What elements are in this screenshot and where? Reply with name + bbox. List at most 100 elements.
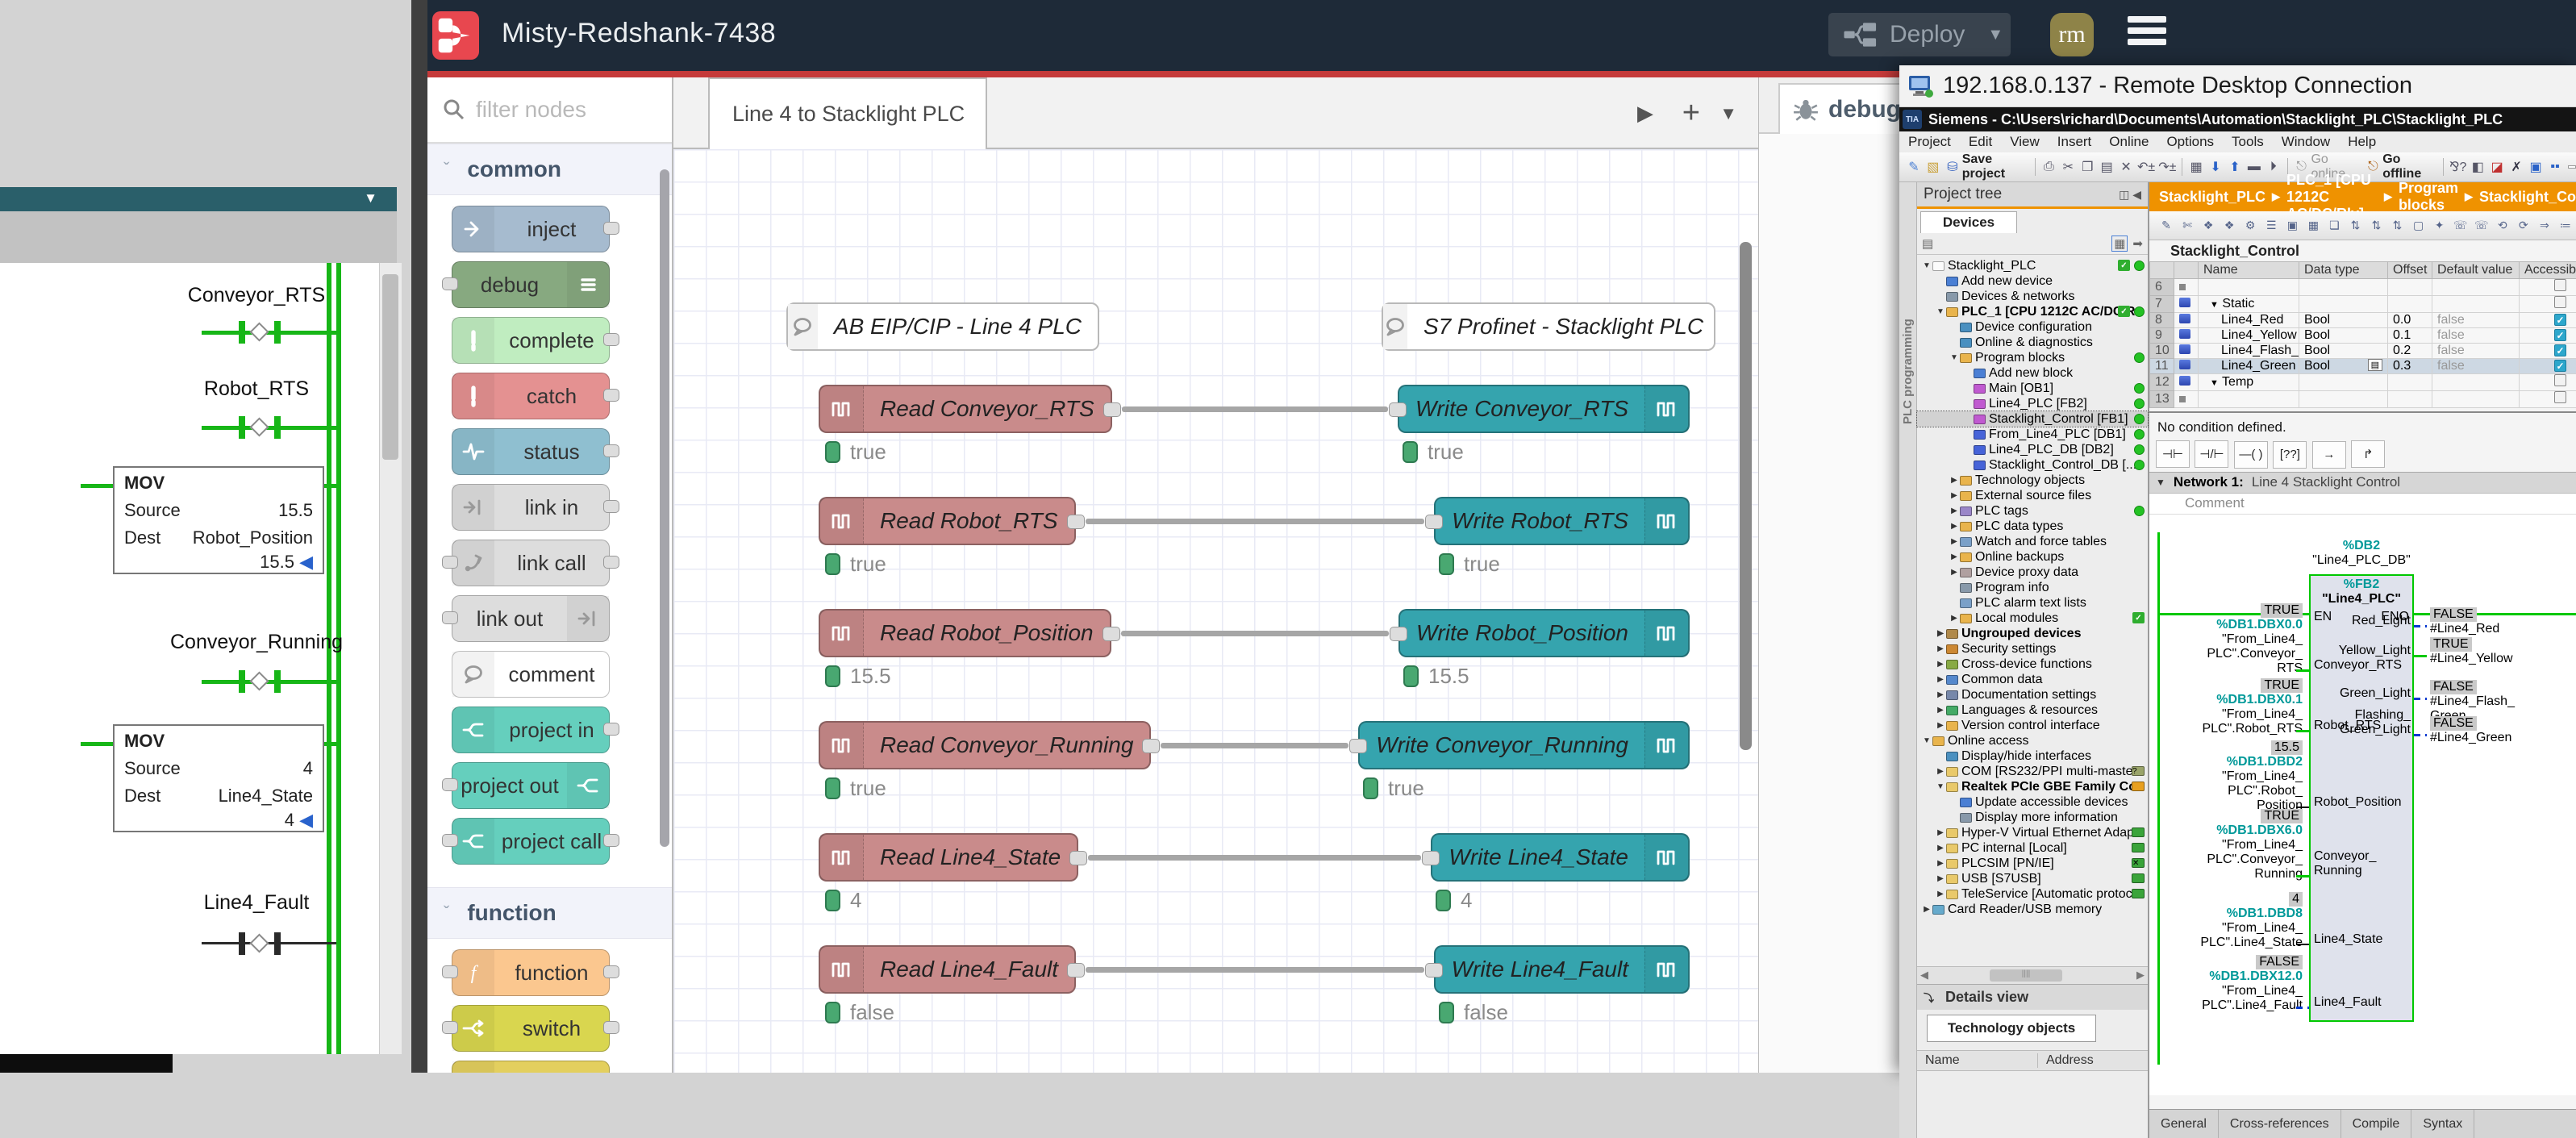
output-port[interactable] xyxy=(1067,515,1085,529)
lad-open-branch-button[interactable]: → xyxy=(2312,441,2346,469)
network-collapse-icon[interactable]: ▼ xyxy=(2156,477,2165,488)
block-toolbar-icon-17[interactable]: ⟳ xyxy=(2515,216,2532,236)
expander-icon[interactable]: ▶ xyxy=(1949,491,1959,500)
palette-node-comment[interactable]: comment xyxy=(452,651,610,698)
menu-insert[interactable]: Insert xyxy=(2057,134,2092,150)
block-toolbar-icon-18[interactable]: ⇒ xyxy=(2536,216,2553,236)
var-type[interactable] xyxy=(2299,374,2388,391)
block-toolbar-icon-0[interactable]: ✎ xyxy=(2157,216,2175,236)
output-port[interactable] xyxy=(603,222,619,235)
deploy-caret-icon[interactable]: ▼ xyxy=(1987,26,2003,44)
accessible-checkbox[interactable]: ✓ xyxy=(2554,329,2566,341)
go-offline-label[interactable]: Go offline xyxy=(2382,152,2432,181)
tree-item-usb-s7usb[interactable]: ▶USB [S7USB] xyxy=(1917,871,2148,886)
var-row-10[interactable]: 10Line4_Flash_GreenBool0.2false✓ xyxy=(2150,344,2576,359)
output-port[interactable] xyxy=(603,500,619,513)
inspector-tab-compile[interactable]: Compile xyxy=(2341,1110,2412,1138)
details-view-header[interactable]: ⤵ Details view xyxy=(1917,984,2148,1010)
inspector-tab-syntax[interactable]: Syntax xyxy=(2411,1110,2474,1138)
output-port[interactable] xyxy=(1069,851,1087,865)
var-type[interactable] xyxy=(2299,279,2388,296)
upload-icon[interactable]: ⬆ xyxy=(2227,157,2243,177)
read-node[interactable]: Read Line4_Fault xyxy=(819,945,1076,994)
new-project-icon[interactable]: ✎ xyxy=(1906,157,1922,177)
accessible-checkbox[interactable] xyxy=(2554,391,2566,403)
tree-item-online-diagnostics[interactable]: Online & diagnostics xyxy=(1917,335,2148,350)
expander-icon[interactable]: ▼ xyxy=(1922,261,1932,270)
paste-icon[interactable]: ▤ xyxy=(2099,157,2115,177)
input-operand[interactable]: TRUE%DB1.DBX6.0"From_Line4_PLC".Conveyor… xyxy=(2149,809,2303,882)
redo-icon[interactable]: ↷± xyxy=(2158,157,2176,177)
ladder-canvas[interactable]: Conveyor_RTSRobot_RTSMOVSource15.5DestRo… xyxy=(0,263,379,1054)
var-row-11[interactable]: 11Line4_GreenBool ▤0.3false✓ xyxy=(2150,359,2576,374)
expander-icon[interactable]: ▶ xyxy=(1949,537,1959,546)
comment-node[interactable]: AB EIP/CIP - Line 4 PLC xyxy=(786,302,1099,351)
tree-item-plc-tags[interactable]: ▶PLC tags xyxy=(1917,503,2148,519)
download-icon[interactable]: ⬇ xyxy=(2207,157,2224,177)
expander-icon[interactable]: ▶ xyxy=(1949,476,1959,485)
search-box[interactable] xyxy=(2568,165,2576,169)
network-comment[interactable]: Comment xyxy=(2149,494,2576,515)
wire[interactable] xyxy=(1122,406,1388,412)
var-name[interactable]: ▼ Static xyxy=(2199,296,2299,313)
palette-node-link-in[interactable]: link in xyxy=(452,484,610,531)
stop-cpu-icon[interactable]: ⏵ xyxy=(2265,157,2282,177)
tree-item-hyper-v-virtual-ethernet-adapter[interactable]: ▶Hyper-V Virtual Ethernet Adapter xyxy=(1917,825,2148,840)
rung-tag-label[interactable]: Robot_RTS xyxy=(204,377,309,401)
tree-item-stacklight-control-fb1[interactable]: Stacklight_Control [FB1] xyxy=(1917,411,2148,427)
block-toolbar-icon-9[interactable]: ⇅ xyxy=(2346,216,2364,236)
output-operand[interactable]: TRUE#Line4_Yellow xyxy=(2430,637,2513,666)
lad-network-area[interactable]: %DB2"Line4_PLC_DB"%FB2"Line4_PLC"ENENOTR… xyxy=(2149,515,2576,1095)
expander-icon[interactable]: ▶ xyxy=(1936,629,1945,638)
var-row-13[interactable]: 13 xyxy=(2150,391,2576,408)
tia-titlebar[interactable]: TIA Siemens - C:\Users\richard\Documents… xyxy=(1899,107,2576,131)
copy-icon[interactable]: ❐ xyxy=(2079,157,2095,177)
expander-icon[interactable]: ▼ xyxy=(1936,782,1945,791)
tree-item-devices-networks[interactable]: Devices & networks xyxy=(1917,289,2148,304)
expander-icon[interactable]: ▶ xyxy=(1936,660,1945,669)
avatar[interactable]: rm xyxy=(2050,13,2094,56)
menu-online[interactable]: Online xyxy=(2109,134,2149,150)
rung-tag-label[interactable]: Line4_Fault xyxy=(204,891,310,915)
breadcrumb-item[interactable]: Stacklight_PLC xyxy=(2159,189,2265,206)
output-port[interactable] xyxy=(603,333,619,346)
expander-icon[interactable]: ▶ xyxy=(1936,644,1945,653)
add-flow-button[interactable]: + xyxy=(1682,77,1700,149)
wire[interactable] xyxy=(1086,519,1424,524)
expander-icon[interactable]: ▶ xyxy=(1949,522,1959,531)
tree-filter-icon[interactable]: ▤ xyxy=(1922,236,1933,251)
palette-node-link-out[interactable]: link out xyxy=(452,595,610,642)
var-type[interactable]: Bool xyxy=(2299,328,2388,344)
block-toolbar-icon-3[interactable]: ❖ xyxy=(2220,216,2238,236)
output-port[interactable] xyxy=(1067,963,1085,978)
tree-item-plc-1-cpu-1212c-ac-dc-rly[interactable]: ▼PLC_1 [CPU 1212C AC/DC/Rly]✓ xyxy=(1917,304,2148,319)
output-port[interactable] xyxy=(603,556,619,569)
type-picker-button[interactable]: ▤ xyxy=(2368,359,2382,371)
expander-icon[interactable]: ▶ xyxy=(1936,844,1945,852)
expander-icon[interactable]: ▶ xyxy=(1936,874,1945,883)
mov-source-value[interactable]: 15.5 xyxy=(278,500,313,521)
block-toolbar-icon-7[interactable]: ▦ xyxy=(2304,216,2322,236)
accessible-checkbox[interactable] xyxy=(2554,374,2566,386)
var-row-7[interactable]: 7▼ Static xyxy=(2150,296,2576,313)
input-operand[interactable]: FALSE%DB1.DBX12.0"From_Line4_PLC".Line4_… xyxy=(2149,955,2303,1013)
mov-instruction-box[interactable]: MOVSource4DestLine4_State4 ◀ xyxy=(113,724,324,832)
contact-symbol[interactable] xyxy=(249,322,269,341)
contact-symbol[interactable] xyxy=(249,671,269,690)
palette-filter[interactable]: filter nodes xyxy=(427,77,672,144)
tree-item-program-blocks[interactable]: ▼Program blocks xyxy=(1917,350,2148,365)
panel-options-icon[interactable]: ◫ ◀ xyxy=(2119,188,2141,202)
diagnostics-icon[interactable]: ⅋? xyxy=(2449,157,2466,177)
palette-node-project-call[interactable]: project call xyxy=(452,818,610,865)
input-port[interactable] xyxy=(442,965,458,978)
wire[interactable] xyxy=(1161,743,1348,748)
ladder-window-titlebar[interactable]: ▼ xyxy=(0,187,397,211)
var-name[interactable] xyxy=(2199,279,2299,296)
write-node[interactable]: Write Robot_RTS xyxy=(1434,497,1690,545)
var-type[interactable] xyxy=(2299,296,2388,313)
tree-item-technology-objects[interactable]: ▶Technology objects xyxy=(1917,473,2148,488)
lad-coil-button[interactable]: —( ) xyxy=(2234,441,2268,469)
expander-icon[interactable]: ▶ xyxy=(1949,614,1959,623)
contact-symbol[interactable] xyxy=(249,417,269,436)
var-name[interactable]: Line4_Yellow xyxy=(2199,328,2299,344)
